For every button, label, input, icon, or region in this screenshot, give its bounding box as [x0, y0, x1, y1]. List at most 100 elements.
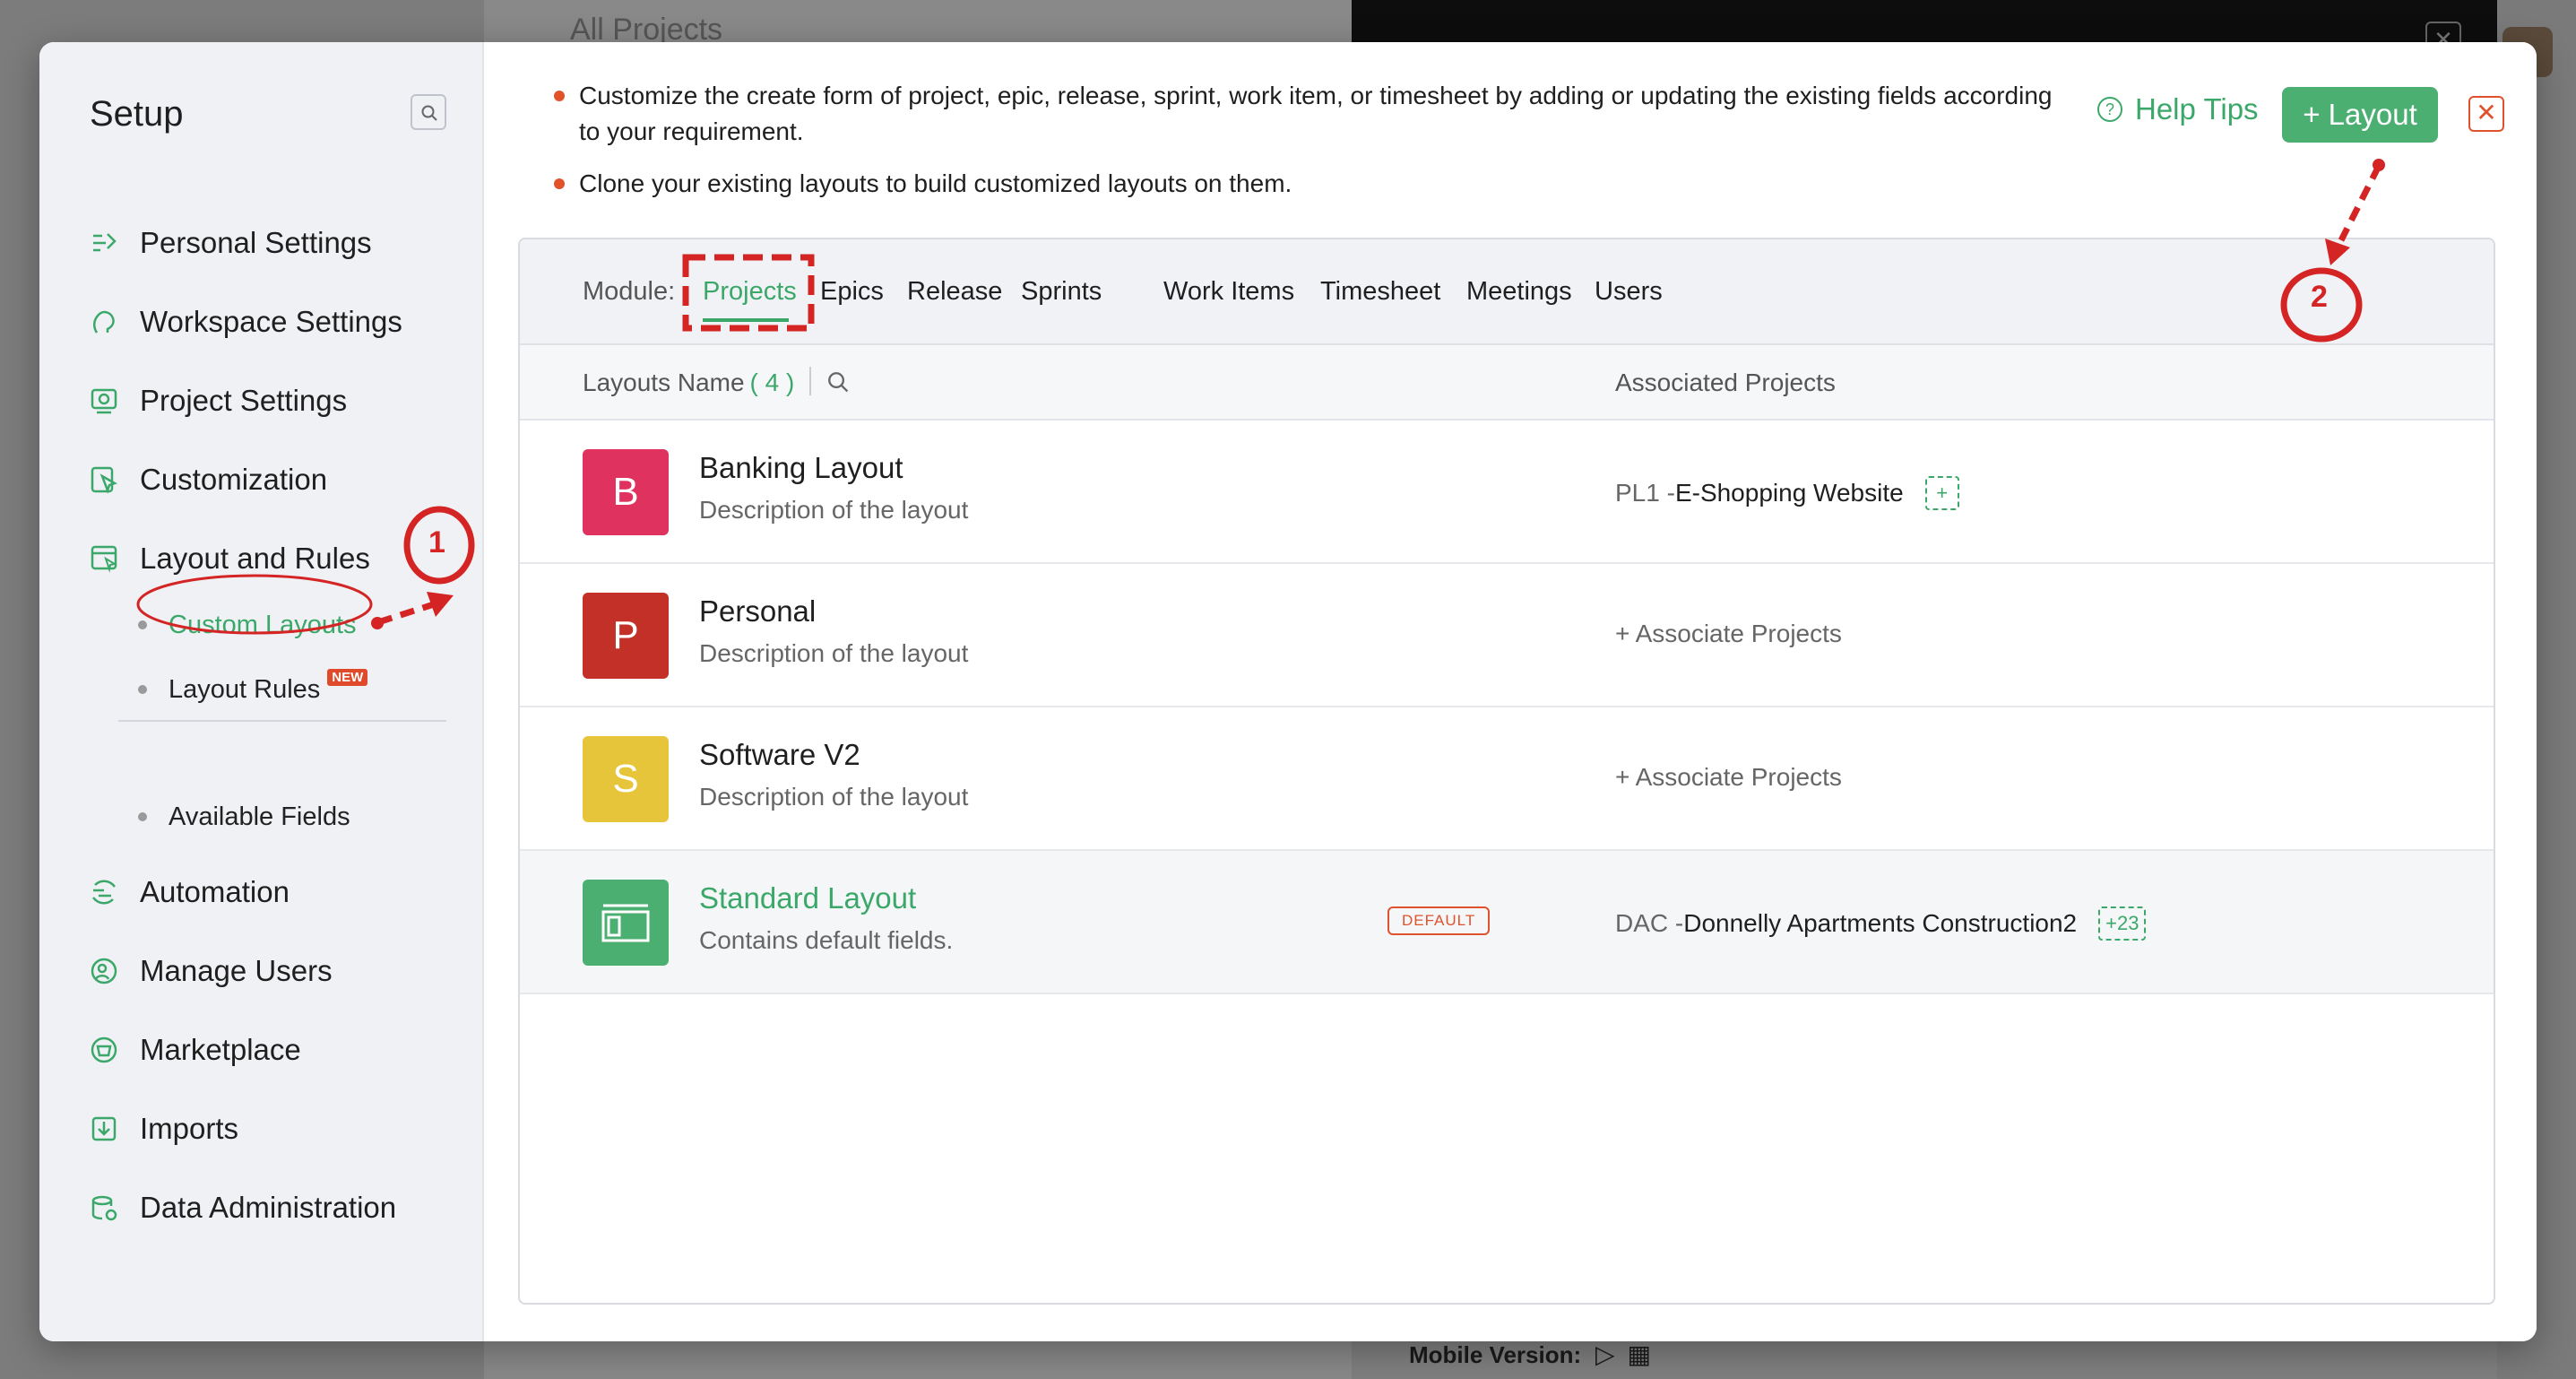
- layout-avatar: B: [583, 449, 669, 535]
- layout-rules-icon: [86, 541, 122, 577]
- add-project-button[interactable]: +: [1924, 476, 1959, 510]
- sidebar-item-automation[interactable]: Automation: [86, 871, 290, 914]
- table-row[interactable]: P Personal Description of the layout + A…: [520, 564, 2494, 707]
- users-icon: [86, 953, 122, 989]
- sidebar-item-label: Personal Settings: [140, 226, 372, 259]
- sidebar-item-data-administration[interactable]: Data Administration: [86, 1186, 396, 1229]
- associate-projects-link[interactable]: + Associate Projects: [1615, 763, 1842, 792]
- header-separator: [809, 367, 811, 395]
- layout-title[interactable]: Software V2: [699, 738, 860, 772]
- tip-2: Clone your existing layouts to build cus…: [554, 166, 2060, 202]
- project-name: Donnelly Apartments Construction2: [1683, 909, 2078, 937]
- table-row[interactable]: B Banking Layout Description of the layo…: [520, 421, 2494, 564]
- workspace-icon: [86, 304, 122, 340]
- more-projects-button[interactable]: +23: [2098, 906, 2147, 941]
- tip-1: Customize the create form of project, ep…: [554, 78, 2060, 150]
- project-code: DAC -: [1615, 909, 1684, 937]
- qr-icon: ▦: [1627, 1340, 1664, 1368]
- bullet-icon: [138, 685, 147, 694]
- sidebar-item-personal-settings[interactable]: Personal Settings: [86, 221, 372, 265]
- sidebar-item-customization[interactable]: Customization: [86, 458, 327, 501]
- module-label: Module:: [583, 277, 676, 306]
- tab-meetings[interactable]: Meetings: [1466, 277, 1572, 307]
- sidebar-item-workspace-settings[interactable]: Workspace Settings: [86, 300, 402, 343]
- sidebar-item-manage-users[interactable]: Manage Users: [86, 950, 333, 993]
- associated-projects: DAC - Donnelly Apartments Construction2 …: [1615, 906, 2147, 941]
- layout-avatar: S: [583, 736, 669, 822]
- layout-description: Contains default fields.: [699, 926, 954, 954]
- sidebar-item-label: Workspace Settings: [140, 305, 402, 338]
- sidebar-subitem-available-fields[interactable]: Available Fields: [138, 799, 350, 835]
- layout-description: Description of the layout: [699, 639, 969, 667]
- imports-icon: [86, 1111, 122, 1147]
- layout-avatar: P: [583, 593, 669, 679]
- sidebar-item-label: Manage Users: [140, 954, 333, 987]
- add-layout-button[interactable]: + Layout: [2282, 87, 2438, 143]
- sidebar-item-label: Project Settings: [140, 384, 348, 417]
- sidebar-item-marketplace[interactable]: Marketplace: [86, 1028, 301, 1071]
- sidebar-item-label: Automation: [140, 875, 290, 908]
- search-icon: [421, 105, 437, 121]
- setup-title: Setup: [90, 94, 184, 134]
- data-admin-icon: [86, 1190, 122, 1226]
- tab-work-items[interactable]: Work Items: [1163, 277, 1294, 307]
- sub-item-label: Available Fields: [169, 802, 350, 831]
- help-tips-link[interactable]: ? Help Tips: [2097, 92, 2259, 126]
- module-tabs: Module: Projects Epics Release Sprints W…: [520, 239, 2494, 345]
- standard-layout-icon: [583, 880, 669, 966]
- close-icon[interactable]: ✕: [2468, 96, 2504, 132]
- project-settings-icon: [86, 383, 122, 419]
- sidebar-item-label: Imports: [140, 1112, 239, 1145]
- tab-sprints[interactable]: Sprints: [1021, 277, 1102, 307]
- sub-item-label: Layout Rules: [169, 674, 321, 704]
- table-row[interactable]: S Software V2 Description of the layout …: [520, 707, 2494, 851]
- mobile-store-icons: ▷▦: [1595, 1340, 1664, 1369]
- sub-item-label: Custom Layouts: [169, 610, 357, 639]
- sidebar-subitem-custom-layouts[interactable]: Custom Layouts: [138, 607, 357, 643]
- associate-projects-link[interactable]: + Associate Projects: [1615, 620, 1842, 648]
- mobile-version-label: Mobile Version:: [1409, 1341, 1582, 1368]
- setup-sidebar: Setup Personal Settings Workspace Settin…: [39, 42, 484, 1341]
- sidebar-item-label: Data Administration: [140, 1191, 397, 1224]
- search-icon[interactable]: [826, 370, 850, 398]
- setup-modal: Setup Personal Settings Workspace Settin…: [39, 42, 2537, 1341]
- column-header-associated-projects: Associated Projects: [1615, 369, 1836, 396]
- customization-icon: [86, 462, 122, 498]
- layout-description: Description of the layout: [699, 783, 969, 811]
- sidebar-item-imports[interactable]: Imports: [86, 1107, 238, 1150]
- tab-release[interactable]: Release: [907, 277, 1002, 307]
- active-tab-indicator: [703, 318, 789, 322]
- table-row[interactable]: Standard Layout Contains default fields.…: [520, 851, 2494, 994]
- column-header-layouts-name: Layouts Name( 4 ): [583, 369, 794, 397]
- main-content: Customize the create form of project, ep…: [484, 42, 2537, 1341]
- layout-description: Description of the layout: [699, 496, 969, 524]
- tab-projects[interactable]: Projects: [703, 277, 797, 307]
- sidebar-divider: [118, 720, 446, 722]
- sidebar-item-label: Marketplace: [140, 1033, 301, 1066]
- default-badge: DEFAULT: [1387, 906, 1491, 935]
- help-icon: ?: [2097, 97, 2122, 122]
- tab-timesheet[interactable]: Timesheet: [1320, 277, 1440, 307]
- table-header: Layouts Name( 4 ) Associated Projects: [520, 345, 2494, 421]
- layout-title[interactable]: Personal: [699, 594, 816, 629]
- play-icon: ▷: [1595, 1340, 1628, 1368]
- automation-icon: [86, 874, 122, 910]
- layout-title[interactable]: Banking Layout: [699, 451, 903, 485]
- project-name: E-Shopping Website: [1674, 479, 1904, 507]
- layout-title[interactable]: Standard Layout: [699, 881, 916, 915]
- associated-projects: PL1 - E-Shopping Website +: [1615, 476, 1959, 510]
- tab-epics[interactable]: Epics: [820, 277, 884, 307]
- sidebar-item-project-settings[interactable]: Project Settings: [86, 379, 347, 422]
- sidebar-search-button[interactable]: [411, 94, 446, 130]
- project-code: PL1 -: [1615, 479, 1675, 507]
- tab-users[interactable]: Users: [1595, 277, 1663, 307]
- help-tips-label: Help Tips: [2135, 92, 2259, 126]
- sidebar-item-layout-and-rules[interactable]: Layout and Rules: [86, 537, 370, 580]
- sidebar-item-label: Customization: [140, 463, 328, 496]
- bullet-icon: [138, 620, 147, 629]
- sidebar-subitem-layout-rules[interactable]: Layout Rules NEW: [138, 668, 368, 707]
- new-badge: NEW: [327, 668, 368, 686]
- bullet-icon: [138, 812, 147, 821]
- sidebar-item-label: Layout and Rules: [140, 542, 370, 575]
- marketplace-icon: [86, 1032, 122, 1068]
